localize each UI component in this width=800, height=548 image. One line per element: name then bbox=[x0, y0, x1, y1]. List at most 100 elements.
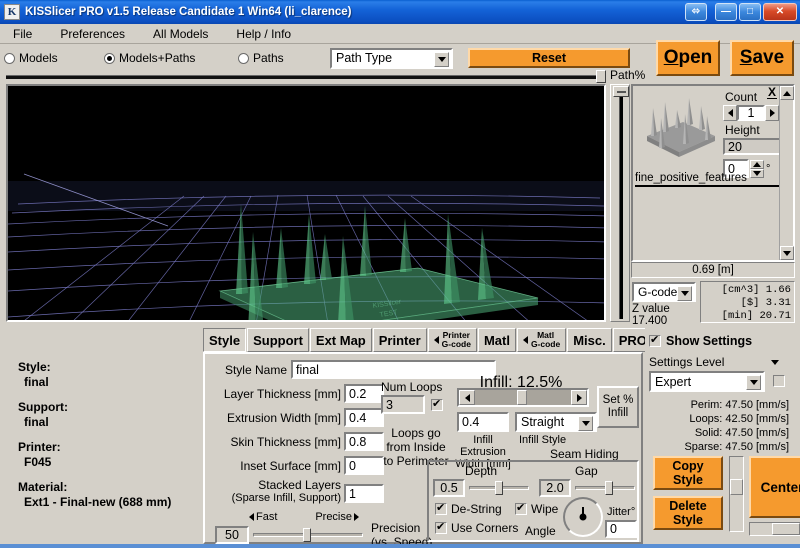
menu-help-info[interactable]: Help / Info bbox=[233, 26, 294, 42]
path-type-select[interactable]: Path Type bbox=[330, 47, 453, 69]
model-list-scroll-down-button[interactable] bbox=[780, 246, 794, 260]
infill-increment-button[interactable] bbox=[571, 390, 587, 405]
infill-slider[interactable] bbox=[457, 388, 589, 407]
menu-preferences[interactable]: Preferences bbox=[57, 26, 128, 42]
center-button[interactable]: Center bbox=[749, 456, 800, 518]
precision-slider-thumb[interactable] bbox=[303, 528, 311, 542]
destring-checkbox[interactable] bbox=[435, 502, 447, 515]
layer-slider-thumb[interactable] bbox=[613, 86, 629, 97]
stacked-layers-labels: Stacked Layers (Sparse Infill, Support) bbox=[211, 478, 341, 504]
z-value-label: Z value bbox=[632, 303, 670, 315]
seam-depth-slider-thumb[interactable] bbox=[495, 481, 503, 495]
show-settings-checkbox[interactable] bbox=[649, 334, 661, 347]
radio-paths-dot bbox=[238, 52, 249, 64]
infill-slider-thumb[interactable] bbox=[517, 390, 527, 405]
settings-level-select[interactable]: Expert bbox=[649, 371, 765, 392]
seam-depth-slider[interactable] bbox=[469, 481, 529, 495]
count-increment-button[interactable] bbox=[765, 105, 779, 121]
style-panel-hscroll-thumb[interactable] bbox=[772, 523, 800, 535]
radio-paths[interactable]: Paths bbox=[238, 51, 322, 65]
skin-thickness-label: Skin Thickness [mm] bbox=[230, 434, 341, 449]
count-value[interactable]: 1 bbox=[737, 105, 765, 121]
save-button[interactable]: Save bbox=[730, 40, 794, 76]
path-percent-thumb[interactable] bbox=[596, 70, 606, 83]
reset-button[interactable]: Reset bbox=[468, 48, 630, 68]
tab-misc[interactable]: Misc. bbox=[567, 328, 612, 352]
extrusion-width-input[interactable]: 0.4 bbox=[344, 408, 384, 427]
summary-style-value: final bbox=[24, 375, 49, 389]
settings-level-checkbox[interactable] bbox=[773, 375, 785, 387]
tab-support[interactable]: Support bbox=[247, 328, 309, 352]
wipe-checkbox[interactable] bbox=[515, 502, 527, 515]
tab-printer-gcode[interactable]: Printer G-code bbox=[427, 328, 477, 352]
model-viewport-3d[interactable]: KISSlicer TEST bbox=[6, 84, 606, 322]
height-value[interactable]: 20 bbox=[723, 138, 781, 155]
infill-style-select[interactable]: Straight bbox=[515, 412, 597, 432]
tab-printer[interactable]: Printer bbox=[372, 328, 427, 352]
style-panel-vscrollbar[interactable] bbox=[729, 456, 744, 532]
copy-style-button[interactable]: Copy Style bbox=[653, 456, 723, 490]
gcode-chevron-down-icon[interactable] bbox=[677, 286, 692, 301]
rotation-increment-button[interactable] bbox=[750, 159, 764, 169]
use-corners-label: Use Corners bbox=[451, 521, 519, 535]
menu-all-models[interactable]: All Models bbox=[150, 26, 211, 42]
tab-style[interactable]: Style bbox=[203, 328, 247, 352]
path-percent-track bbox=[6, 75, 598, 79]
seam-gap-value[interactable]: 2.0 bbox=[539, 479, 571, 497]
model-remove-button[interactable]: X bbox=[766, 86, 777, 99]
precision-slider[interactable] bbox=[253, 528, 363, 542]
jitter-value[interactable]: 0 bbox=[605, 520, 637, 538]
tab-ext-map[interactable]: Ext Map bbox=[309, 328, 372, 352]
radio-models-label: Models bbox=[19, 51, 58, 65]
stacked-layers-input[interactable]: 1 bbox=[344, 484, 384, 503]
menu-file[interactable]: File bbox=[10, 26, 35, 42]
use-corners-checkbox[interactable] bbox=[435, 521, 447, 534]
num-loops-input[interactable]: 3 bbox=[381, 395, 425, 414]
count-decrement-button[interactable] bbox=[723, 105, 737, 121]
style-panel-vscroll-thumb[interactable] bbox=[730, 479, 743, 495]
infill-style-label: Infill Style bbox=[519, 434, 567, 446]
seam-gap-slider-thumb[interactable] bbox=[605, 481, 613, 495]
minimize-window-button[interactable]: — bbox=[715, 3, 737, 21]
close-window-button[interactable]: ✕ bbox=[763, 3, 797, 21]
infill-style-chevron-down-icon[interactable] bbox=[578, 416, 593, 431]
infill-decrement-button[interactable] bbox=[459, 390, 475, 405]
infill-extrusion-width-input[interactable]: 0.4 bbox=[457, 412, 509, 432]
chevron-down-icon[interactable] bbox=[434, 51, 449, 67]
destring-row[interactable]: De-String bbox=[435, 502, 502, 516]
model-list-scrollbar[interactable] bbox=[779, 86, 794, 260]
tab-matl[interactable]: Matl bbox=[477, 328, 516, 352]
maximize-window-button[interactable]: □ bbox=[739, 3, 761, 21]
scroll-down-icon bbox=[783, 250, 791, 256]
seam-gap-slider[interactable] bbox=[575, 481, 635, 495]
tab-matl-gcode[interactable]: Matl G-code bbox=[516, 328, 567, 352]
seam-angle-dial[interactable] bbox=[563, 497, 603, 537]
gcode-view-select[interactable]: G-code bbox=[632, 282, 696, 302]
save-button-accel: S bbox=[739, 47, 753, 68]
wipe-row[interactable]: Wipe bbox=[515, 502, 558, 516]
radio-models-paths-dot bbox=[104, 52, 115, 64]
style-panel-hscrollbar[interactable] bbox=[749, 522, 800, 536]
set-infill-button[interactable]: Set % Infill bbox=[597, 386, 639, 428]
radio-models[interactable]: Models bbox=[4, 51, 100, 65]
num-loops-checkbox[interactable] bbox=[431, 398, 443, 411]
use-corners-row[interactable]: Use Corners bbox=[435, 521, 518, 535]
layer-slider[interactable] bbox=[610, 84, 630, 322]
open-button[interactable]: Open bbox=[656, 40, 720, 76]
settings-level-chevron-down-icon[interactable] bbox=[746, 375, 761, 390]
model-thumbnail[interactable] bbox=[635, 88, 721, 170]
delete-style-button[interactable]: Delete Style bbox=[653, 496, 723, 530]
path-percent-slider[interactable] bbox=[6, 70, 606, 84]
precision-value[interactable]: 50 bbox=[215, 526, 249, 544]
delete-style-line2: Style bbox=[673, 513, 703, 527]
title-bar: K KISSlicer PRO v1.5 Release Candidate 1… bbox=[0, 0, 800, 24]
restore-window-button[interactable]: ⬄ bbox=[685, 3, 707, 21]
num-loops-label: Num Loops bbox=[381, 380, 443, 394]
layer-thickness-input[interactable]: 0.2 bbox=[344, 384, 384, 403]
radio-models-paths[interactable]: Models+Paths bbox=[104, 51, 234, 65]
up-arrow-icon bbox=[753, 161, 761, 167]
model-list-scroll-up-button[interactable] bbox=[780, 86, 794, 100]
settings-level-collapse-icon[interactable] bbox=[771, 360, 779, 365]
show-settings-row[interactable]: Show Settings bbox=[649, 334, 752, 348]
seam-depth-value[interactable]: 0.5 bbox=[433, 479, 465, 497]
